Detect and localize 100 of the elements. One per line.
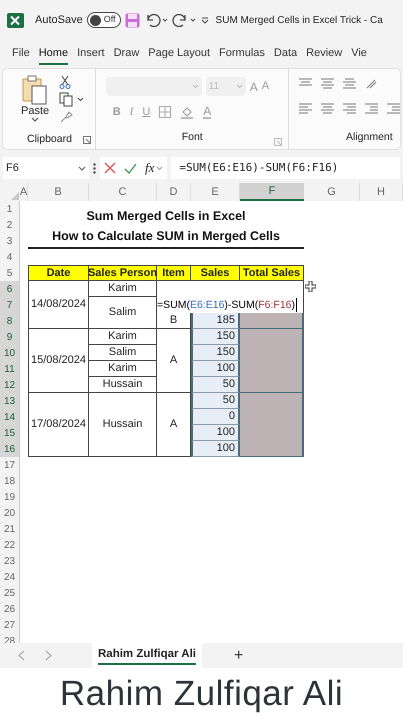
column-header[interactable]: F xyxy=(240,183,304,201)
cell-cursor-icon xyxy=(305,281,316,292)
row-number[interactable]: 27 xyxy=(0,617,20,633)
row-number[interactable]: 1 xyxy=(0,201,20,217)
align-right-icon[interactable] xyxy=(343,102,356,115)
window-title: SUM Merged Cells in Excel Trick - Ca xyxy=(216,14,383,28)
dialog-launcher-icon[interactable] xyxy=(82,136,91,144)
menu-tab[interactable]: Draw xyxy=(114,43,140,65)
save-icon[interactable] xyxy=(124,12,140,28)
footer-caption: Rahim Zulfiqar Ali xyxy=(60,673,344,715)
next-sheet-icon[interactable] xyxy=(45,650,52,661)
row-number[interactable]: 13 xyxy=(0,393,20,409)
sheet-tab[interactable]: Rahim Zulfiqar Ali xyxy=(92,643,202,668)
table-cell: Karim xyxy=(89,361,157,377)
row-number[interactable]: 5 xyxy=(0,265,20,281)
add-sheet-button[interactable]: + xyxy=(234,644,244,668)
table-cell: 14/08/2024 xyxy=(28,281,89,329)
font-name-field[interactable] xyxy=(106,77,202,96)
row-number[interactable]: 18 xyxy=(0,473,20,489)
menu-tab[interactable]: Insert xyxy=(77,43,105,65)
table-cell: 50 xyxy=(191,377,240,393)
menu-tab[interactable]: Home xyxy=(38,43,68,65)
italic-button[interactable]: I xyxy=(130,104,134,120)
align-left-icon[interactable] xyxy=(299,102,312,115)
row-number[interactable]: 12 xyxy=(0,377,20,393)
column-heading: Item xyxy=(157,265,191,281)
increase-indent-icon[interactable] xyxy=(387,102,400,115)
column-heading: Date xyxy=(28,265,89,281)
row-number[interactable]: 4 xyxy=(0,249,20,265)
table-cell: Karim xyxy=(89,329,157,345)
align-center-icon[interactable] xyxy=(321,102,334,115)
row-number[interactable]: 17 xyxy=(0,457,20,473)
paste-icon[interactable] xyxy=(22,75,48,105)
shrink-font-button[interactable]: A xyxy=(262,78,270,95)
underline-button[interactable]: U xyxy=(142,104,150,120)
paste-label: Paste xyxy=(21,105,50,117)
column-heading: Sales xyxy=(191,265,240,281)
row-number[interactable]: 19 xyxy=(0,489,20,505)
group-label: Font xyxy=(182,130,203,146)
confirm-icon[interactable] xyxy=(124,162,137,174)
menu-tab[interactable]: Vie xyxy=(351,43,367,65)
align-bottom-icon[interactable] xyxy=(343,77,356,90)
selected-cell xyxy=(240,329,304,393)
row-number[interactable]: 25 xyxy=(0,585,20,601)
row-number[interactable]: 22 xyxy=(0,537,20,553)
more-icon[interactable] xyxy=(93,162,96,174)
table-cell: Hussain xyxy=(89,393,157,457)
previous-sheet-icon[interactable] xyxy=(18,650,25,661)
autosave-toggle[interactable]: Off xyxy=(86,12,121,28)
redo-icon[interactable] xyxy=(172,13,196,27)
selected-cell xyxy=(240,313,304,329)
copy-icon[interactable] xyxy=(59,92,74,107)
row-number[interactable]: 23 xyxy=(0,553,20,569)
align-middle-icon[interactable] xyxy=(321,77,334,90)
menu-tab[interactable]: Page Layout xyxy=(148,43,210,65)
decrease-indent-icon[interactable] xyxy=(365,102,378,115)
sheet-title: How to Calculate SUM in Merged Cells xyxy=(52,228,280,245)
caret-icon[interactable] xyxy=(77,97,84,102)
row-number[interactable]: 15 xyxy=(0,425,20,441)
row-number[interactable]: 16 xyxy=(0,441,20,457)
row-number[interactable]: 6 xyxy=(0,281,20,297)
customize-caret-icon[interactable] xyxy=(200,15,210,25)
fill-color-icon[interactable] xyxy=(180,106,194,119)
row-number[interactable]: 21 xyxy=(0,521,20,537)
menu-tab[interactable]: Data xyxy=(274,43,298,65)
row-number[interactable]: 2 xyxy=(0,217,20,233)
table-cell: 0 xyxy=(191,409,240,425)
table-cell: 100 xyxy=(191,425,240,441)
row-number[interactable]: 10 xyxy=(0,345,20,361)
excel-logo-icon xyxy=(7,12,24,28)
row-number[interactable]: 3 xyxy=(0,233,20,249)
row-number[interactable]: 24 xyxy=(0,569,20,585)
menu-tab[interactable]: Review xyxy=(306,43,342,65)
bold-button[interactable]: B xyxy=(112,104,121,120)
row-number[interactable]: 14 xyxy=(0,409,20,425)
grow-font-button[interactable]: A xyxy=(250,78,258,96)
table-cell: 15/08/2024 xyxy=(28,329,89,393)
cell-editor[interactable]: =SUM(E6:E16)-SUM(F6:F16) xyxy=(157,281,304,313)
cancel-icon[interactable] xyxy=(104,162,116,174)
row-number[interactable]: 8 xyxy=(0,313,20,329)
orientation-icon[interactable] xyxy=(365,77,378,90)
row-number[interactable]: 9 xyxy=(0,329,20,345)
selected-cell xyxy=(240,393,304,457)
name-box[interactable]: F6 xyxy=(3,157,89,179)
table-cell: Salim xyxy=(89,345,157,361)
table-cell: 17/08/2024 xyxy=(28,393,89,457)
caret-icon[interactable] xyxy=(78,166,86,170)
row-number[interactable]: 7 xyxy=(0,297,20,313)
font-color-button[interactable]: A xyxy=(203,105,212,120)
group-label: Alignment xyxy=(346,130,393,146)
borders-icon[interactable] xyxy=(159,106,172,118)
row-number[interactable]: 20 xyxy=(0,505,20,521)
formula-text: =SUM(E6:E16)-SUM(F6:F16) xyxy=(157,298,298,312)
row-number[interactable]: 11 xyxy=(0,361,20,377)
table-cell: 50 xyxy=(191,393,240,409)
row-number[interactable]: 26 xyxy=(0,601,20,617)
formula-field[interactable]: =SUM(E6:E16)-SUM(F6:F16) xyxy=(171,157,400,179)
menu-tab[interactable]: Formulas xyxy=(219,43,265,65)
caret-icon[interactable] xyxy=(31,117,40,123)
menu-tab[interactable]: File xyxy=(12,43,30,65)
